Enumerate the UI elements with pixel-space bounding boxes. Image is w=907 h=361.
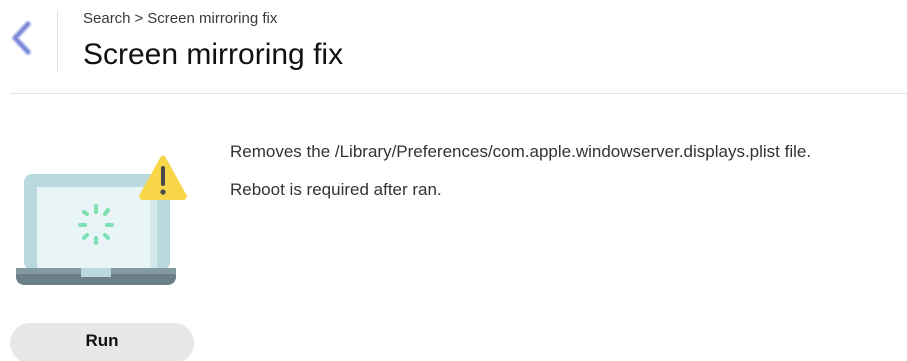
laptop-warning-illustration (14, 152, 190, 297)
chevron-left-icon (11, 20, 32, 56)
header-vertical-divider (57, 10, 58, 72)
header-divider (10, 93, 907, 94)
description: Removes the /Library/Preferences/com.app… (230, 142, 811, 218)
description-line-2: Reboot is required after ran. (230, 180, 442, 199)
breadcrumb-current: Screen mirroring fix (147, 10, 278, 27)
page-title: Screen mirroring fix (83, 38, 344, 71)
breadcrumb-separator: > (134, 10, 144, 27)
run-button[interactable]: Run (10, 323, 194, 361)
breadcrumb: Search > Screen mirroring fix (83, 10, 277, 27)
description-line-1: Removes the /Library/Preferences/com.app… (230, 142, 812, 161)
laptop-warning-icon (16, 155, 187, 285)
breadcrumb-search-link[interactable]: Search (83, 10, 131, 27)
back-button[interactable] (6, 18, 36, 58)
